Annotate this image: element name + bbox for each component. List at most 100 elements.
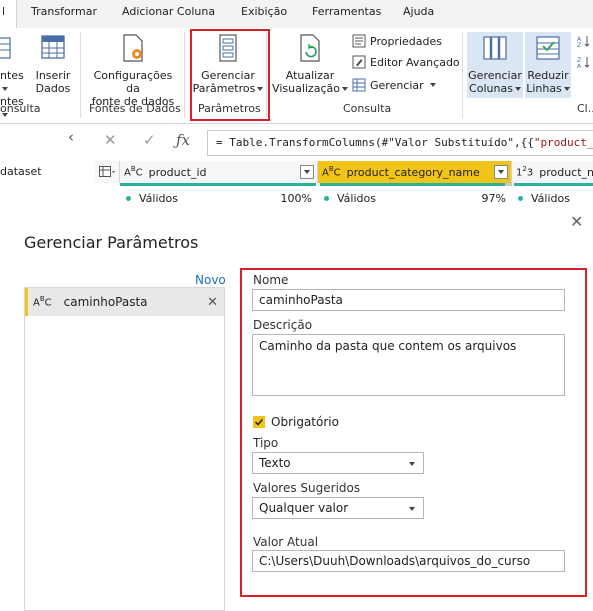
new-parameter-link[interactable]: Novo xyxy=(195,273,226,287)
ribbon: ntes ntes Inserir Dados Configurações da… xyxy=(0,28,593,124)
atualizar-visualizacao-button[interactable]: Atualizar Visualização xyxy=(272,32,348,95)
quality-row: Válidos xyxy=(518,186,593,210)
data-source-settings-icon xyxy=(123,34,143,62)
quality-percent: 100% xyxy=(280,191,312,205)
quality-bar-error xyxy=(505,183,512,186)
formula-text: = Table.TransformColumns(#"Valor Substit… xyxy=(216,136,534,149)
tab-ferramentas[interactable]: Ferramentas xyxy=(312,5,381,18)
highlight-gerenciar-parametros xyxy=(190,29,270,121)
tab-pagina-inicial[interactable]: l xyxy=(0,0,17,29)
fontes-label-1: ntes xyxy=(0,69,24,82)
tab-adicionar-coluna[interactable]: Adicionar Coluna xyxy=(122,5,215,18)
quality-label: Válidos xyxy=(337,191,376,205)
column-header-product-na[interactable]: 123 product_na xyxy=(512,161,593,183)
fx-icon[interactable]: ƒx xyxy=(176,131,190,149)
gerenciar-colunas-label-2: Colunas xyxy=(469,82,513,95)
reduzir-linhas-button[interactable]: Reduzir Linhas xyxy=(525,32,571,98)
text-type-icon: ABC xyxy=(124,165,143,179)
sort-button-partial[interactable]: AZ xyxy=(577,34,591,48)
valor-atual-field[interactable]: C:\Users\Duuh\Downloads\arquivos_do_curs… xyxy=(252,550,565,572)
propriedades-button[interactable]: Propriedades xyxy=(352,34,442,48)
chevron-down-icon xyxy=(2,87,8,91)
column-filter-button[interactable] xyxy=(300,165,314,179)
manage-columns-icon xyxy=(483,36,507,60)
valor-atual-label: Valor Atual xyxy=(253,535,319,549)
table-icon xyxy=(0,37,11,59)
chevron-down-icon xyxy=(498,170,504,174)
ribbon-separator xyxy=(80,32,81,118)
inserir-label-2: Dados xyxy=(35,82,71,95)
svg-text:Z: Z xyxy=(577,42,581,48)
tipo-select[interactable]: Texto xyxy=(252,452,424,474)
valid-dot-icon xyxy=(324,195,329,201)
inserir-dados-button[interactable]: Inserir Dados xyxy=(32,32,74,95)
tab-transformar[interactable]: Transformar xyxy=(31,5,97,18)
quality-label: Válidos xyxy=(531,191,570,205)
svg-text:A: A xyxy=(577,63,582,69)
parameter-name: caminhoPasta xyxy=(63,295,148,309)
chevron-down-icon xyxy=(409,507,415,511)
insert-table-icon xyxy=(41,35,65,59)
descricao-field[interactable]: Caminho da pasta que contem os arquivos xyxy=(252,334,565,396)
reduzir-label-1: Reduzir xyxy=(527,69,569,82)
manage-icon xyxy=(352,78,366,92)
chevron-down-icon xyxy=(341,87,348,91)
ribbon-separator xyxy=(462,32,463,118)
column-header-product-id[interactable]: ABC product_id xyxy=(120,161,318,183)
dataset-partial[interactable]: dataset xyxy=(0,165,42,178)
tab-exibicao[interactable]: Exibição xyxy=(241,5,287,18)
parameter-list-item[interactable]: ABC caminhoPasta ✕ xyxy=(25,288,224,316)
reduce-rows-icon xyxy=(536,36,560,60)
tab-ajuda[interactable]: Ajuda xyxy=(403,5,434,18)
commit-icon[interactable]: ✓ xyxy=(143,131,156,149)
valores-sugeridos-select[interactable]: Qualquer valor xyxy=(252,497,424,519)
group-label-consulta: Consulta xyxy=(343,102,392,115)
valores-sugeridos-value: Qualquer valor xyxy=(259,501,349,515)
valid-dot-icon xyxy=(518,195,523,201)
refresh-icon xyxy=(300,34,320,62)
ribbon-separator xyxy=(184,32,185,118)
valores-sugeridos-label: Valores Sugeridos xyxy=(253,481,361,495)
properties-icon xyxy=(352,34,366,48)
chevron-down-icon xyxy=(563,87,570,91)
propriedades-label: Propriedades xyxy=(370,34,442,48)
configuracoes-fonte-button[interactable]: Configurações da fonte de dados xyxy=(86,32,180,108)
delete-parameter-icon[interactable]: ✕ xyxy=(207,295,218,310)
group-label-fontes-de-dados: Fontes de Dados xyxy=(89,102,181,115)
atualizar-label-2: Visualização xyxy=(272,82,340,95)
gerenciar-menu-button[interactable]: Gerenciar xyxy=(352,78,436,92)
column-header-product-category-name[interactable]: ABC product_category_name xyxy=(318,161,512,183)
formula-input[interactable]: = Table.TransformColumns(#"Valor Substit… xyxy=(207,130,593,156)
collapse-queries-button[interactable]: ‹ xyxy=(68,128,74,146)
chevron-down-icon xyxy=(409,462,415,466)
nome-field[interactable]: caminhoPasta xyxy=(252,289,565,311)
quality-row: Válidos 100% xyxy=(126,186,312,210)
gerenciar-colunas-button[interactable]: Gerenciar Colunas xyxy=(467,32,523,98)
text-type-icon: ABC xyxy=(33,295,52,309)
quality-percent: 97% xyxy=(481,191,506,205)
number-type-icon: 123 xyxy=(516,165,534,179)
sort-za-button-partial[interactable]: ZA xyxy=(577,55,591,69)
group-label-consulta-partial: onsulta xyxy=(0,102,41,115)
descricao-label: Descrição xyxy=(253,318,313,332)
obrigatorio-label: Obrigatório xyxy=(271,415,339,429)
group-label-classificar-partial: Cl... xyxy=(577,102,593,115)
config-label-1: Configurações da xyxy=(93,69,173,95)
obrigatorio-checkbox[interactable]: Obrigatório xyxy=(253,415,339,429)
table-menu-icon xyxy=(99,166,115,177)
cancel-icon[interactable]: ✕ xyxy=(104,131,117,149)
column-name: product_na xyxy=(539,165,593,179)
formula-string: "product_ xyxy=(533,136,593,149)
close-icon[interactable]: ✕ xyxy=(570,212,583,231)
checkbox-checked-icon xyxy=(253,416,265,428)
nome-label: Nome xyxy=(253,273,289,287)
atualizar-label-1: Atualizar xyxy=(285,69,335,82)
sort-az-icon: AZ xyxy=(577,36,590,48)
column-filter-button[interactable] xyxy=(494,165,508,179)
sort-za-icon: ZA xyxy=(577,57,590,69)
editor-avancado-label: Editor Avançado xyxy=(370,55,460,69)
editor-avancado-button[interactable]: Editor Avançado xyxy=(352,55,460,69)
tipo-value: Texto xyxy=(259,456,291,470)
tipo-label: Tipo xyxy=(253,436,279,450)
grid-corner-menu[interactable] xyxy=(95,161,120,183)
